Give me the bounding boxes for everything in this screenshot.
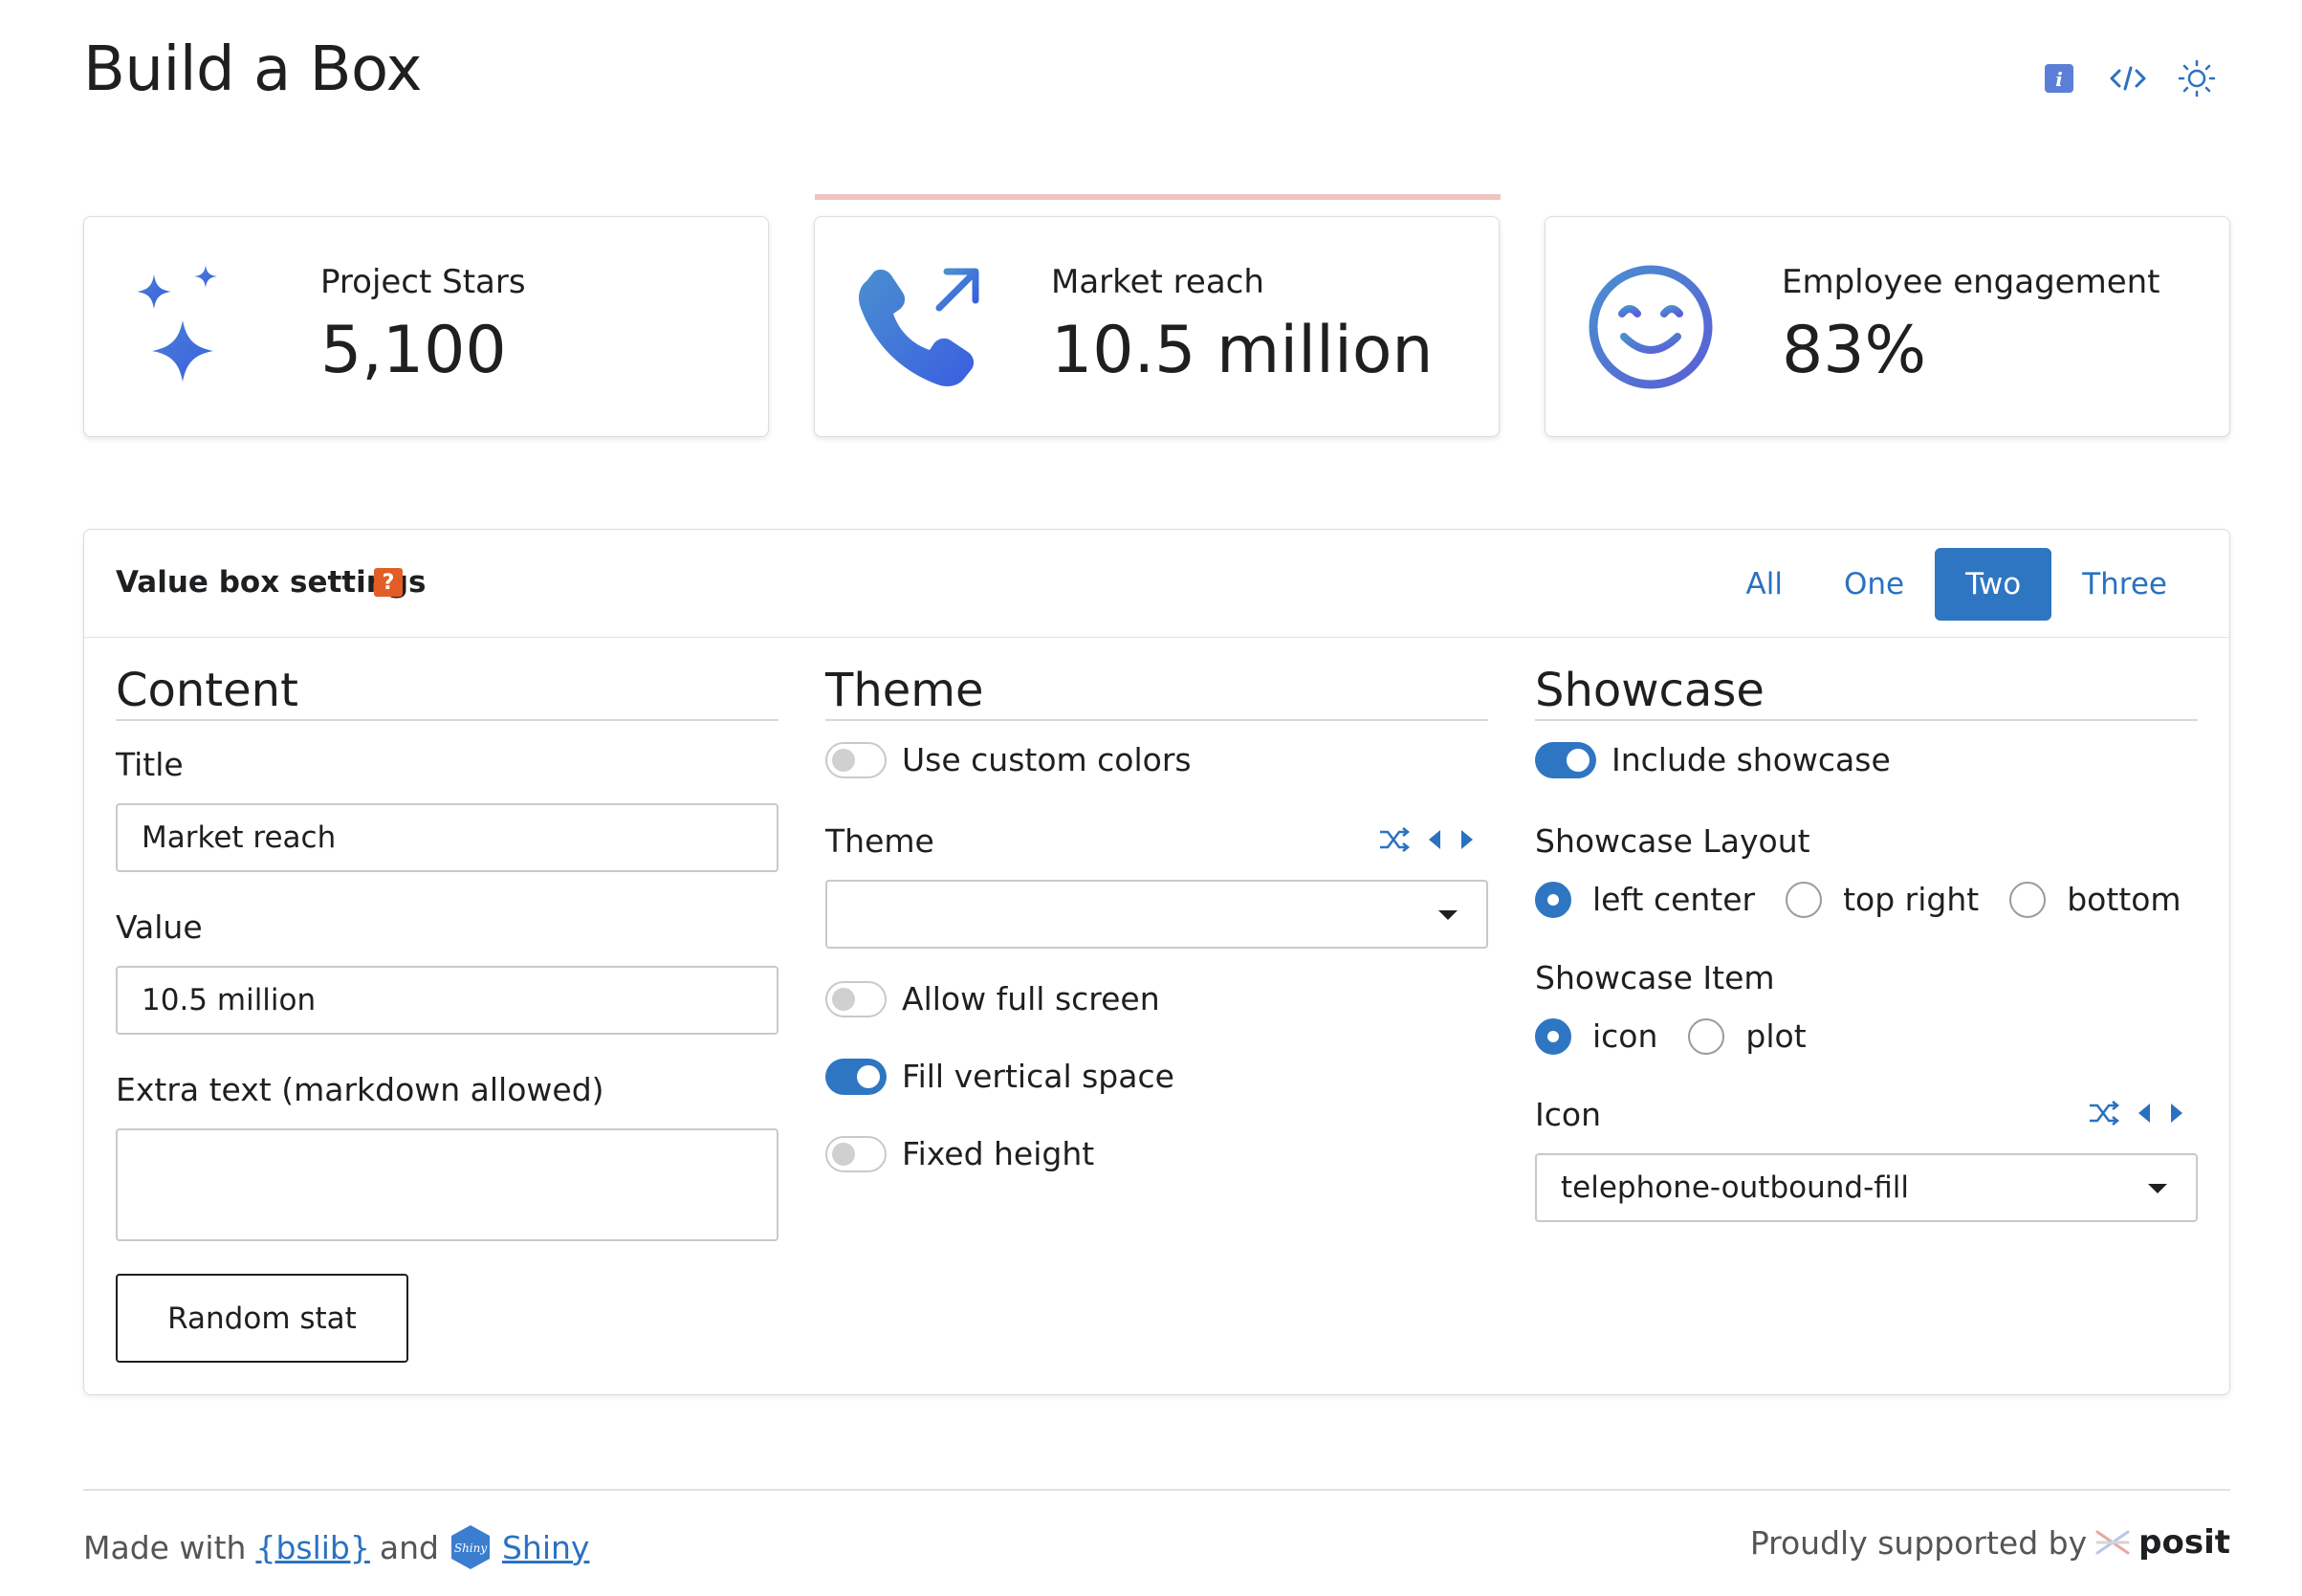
full-screen-switch[interactable]	[825, 980, 887, 1017]
footer-credits: Made with {bslib} and Shiny Shiny	[83, 1523, 589, 1571]
title-label: Title	[116, 746, 184, 783]
theme-label: Theme	[825, 822, 934, 860]
custom-colors-switch-row[interactable]: Use custom colors	[825, 741, 1192, 778]
next-icon[interactable]	[1458, 827, 1476, 852]
value-box-title: Employee engagement	[1782, 263, 2160, 301]
previous-icon[interactable]	[1426, 827, 1443, 852]
footer-sponsor: Proudly supported by posit	[1750, 1523, 2230, 1562]
shiny-link[interactable]: Shiny	[502, 1529, 589, 1566]
value-box-row: Project Stars 5,100 Market reach 10.5 mi…	[83, 194, 2230, 437]
showcase-column: Showcase	[1535, 664, 2198, 721]
loading-indicator	[815, 194, 1501, 200]
value-box-title: Project Stars	[320, 263, 526, 301]
next-icon[interactable]	[2168, 1101, 2185, 1126]
icon-select-value: telephone-outbound-fill	[1561, 1170, 1910, 1205]
extra-text-textarea[interactable]	[116, 1128, 778, 1241]
radio-plot[interactable]: plot	[1688, 1017, 1807, 1055]
tab-two[interactable]: Two	[1935, 548, 2052, 621]
card-header: Value box settings ? All One Two Three	[84, 530, 2229, 638]
previous-icon[interactable]	[2136, 1101, 2153, 1126]
chevron-down-icon	[2148, 1184, 2167, 1193]
tab-all[interactable]: All	[1716, 548, 1813, 621]
content-heading: Content	[116, 664, 778, 721]
showcase-item-radio-group: icon plot	[1535, 1017, 1837, 1055]
radio-top-right[interactable]: top right	[1786, 881, 1979, 918]
showcase-heading: Showcase	[1535, 664, 2198, 721]
fixed-height-switch[interactable]	[825, 1135, 887, 1172]
value-box-value: 83%	[1782, 313, 1927, 388]
posit-wordmark[interactable]: posit	[2138, 1523, 2230, 1562]
fixed-height-label: Fixed height	[902, 1135, 1095, 1172]
radio-bottom[interactable]: bottom	[2009, 881, 2181, 918]
radio-left-center[interactable]: left center	[1535, 881, 1755, 918]
fill-switch-row[interactable]: Fill vertical space	[825, 1058, 1174, 1095]
header-toolbar: i	[2040, 59, 2216, 98]
theme-select[interactable]	[825, 880, 1488, 949]
made-with-text: Made with	[83, 1528, 247, 1566]
title-input[interactable]: Market reach	[116, 803, 778, 872]
shiny-logo-icon: Shiny	[450, 1525, 490, 1569]
info-icon[interactable]: i	[2040, 59, 2078, 98]
radio-icon[interactable]: icon	[1535, 1017, 1657, 1055]
bslib-link[interactable]: {bslib}	[255, 1529, 369, 1566]
tab-bar: All One Two Three	[1716, 548, 2198, 621]
supported-text: Proudly supported by	[1749, 1523, 2088, 1562]
full-screen-switch-row[interactable]: Allow full screen	[825, 980, 1160, 1017]
value-box-settings-card: Value box settings ? All One Two Three C…	[83, 529, 2230, 1395]
and-text: and	[379, 1528, 439, 1566]
value-box-title: Market reach	[1051, 263, 1264, 301]
theme-column: Theme	[825, 664, 1488, 721]
include-showcase-switch[interactable]	[1535, 741, 1596, 778]
svg-text:i: i	[2055, 68, 2063, 91]
theme-controls	[1378, 827, 1476, 852]
sun-icon[interactable]	[2178, 59, 2216, 98]
extra-text-label: Extra text (markdown allowed)	[116, 1071, 604, 1108]
footer-divider	[83, 1489, 2230, 1491]
telephone-outbound-fill-icon	[858, 265, 979, 389]
value-label: Value	[116, 908, 203, 946]
custom-colors-switch[interactable]	[825, 741, 887, 778]
content-column: Content	[116, 664, 778, 721]
full-screen-label: Allow full screen	[902, 980, 1160, 1017]
shuffle-icon[interactable]	[1378, 827, 1411, 852]
code-icon[interactable]	[2109, 59, 2147, 98]
include-showcase-label: Include showcase	[1611, 741, 1891, 778]
page-title: Build a Box	[83, 34, 423, 105]
value-box-employee-engagement: Employee engagement 83%	[1545, 216, 2230, 437]
svg-text:Shiny: Shiny	[454, 1541, 488, 1555]
tab-one[interactable]: One	[1813, 548, 1935, 621]
icon-controls	[2088, 1101, 2185, 1126]
showcase-layout-radio-group: left center top right bottom	[1535, 881, 2212, 918]
stars-icon	[127, 265, 242, 389]
showcase-item-label: Showcase Item	[1535, 959, 1775, 996]
emoji-smile-icon	[1589, 265, 1713, 389]
tab-three[interactable]: Three	[2051, 548, 2198, 621]
theme-heading: Theme	[825, 664, 1488, 721]
chevron-down-icon	[1438, 910, 1458, 920]
value-box-market-reach: Market reach 10.5 million	[814, 194, 1501, 437]
posit-logo-icon	[2095, 1530, 2130, 1555]
custom-colors-label: Use custom colors	[902, 741, 1192, 778]
fill-vertical-switch[interactable]	[825, 1058, 887, 1095]
icon-select[interactable]: telephone-outbound-fill	[1535, 1153, 2198, 1222]
icon-label: Icon	[1535, 1096, 1601, 1133]
value-input[interactable]: 10.5 million	[116, 966, 778, 1035]
value-box-value: 10.5 million	[1051, 313, 1434, 388]
fixed-height-switch-row[interactable]: Fixed height	[825, 1135, 1094, 1172]
help-badge[interactable]: ?	[374, 568, 403, 597]
fill-label: Fill vertical space	[902, 1058, 1174, 1095]
value-box-value: 5,100	[320, 313, 507, 388]
include-showcase-switch-row[interactable]: Include showcase	[1535, 741, 1891, 778]
value-box-project-stars: Project Stars 5,100	[83, 216, 769, 437]
random-stat-button[interactable]: Random stat	[116, 1274, 408, 1363]
showcase-layout-label: Showcase Layout	[1535, 822, 1810, 860]
shuffle-icon[interactable]	[2088, 1101, 2120, 1126]
